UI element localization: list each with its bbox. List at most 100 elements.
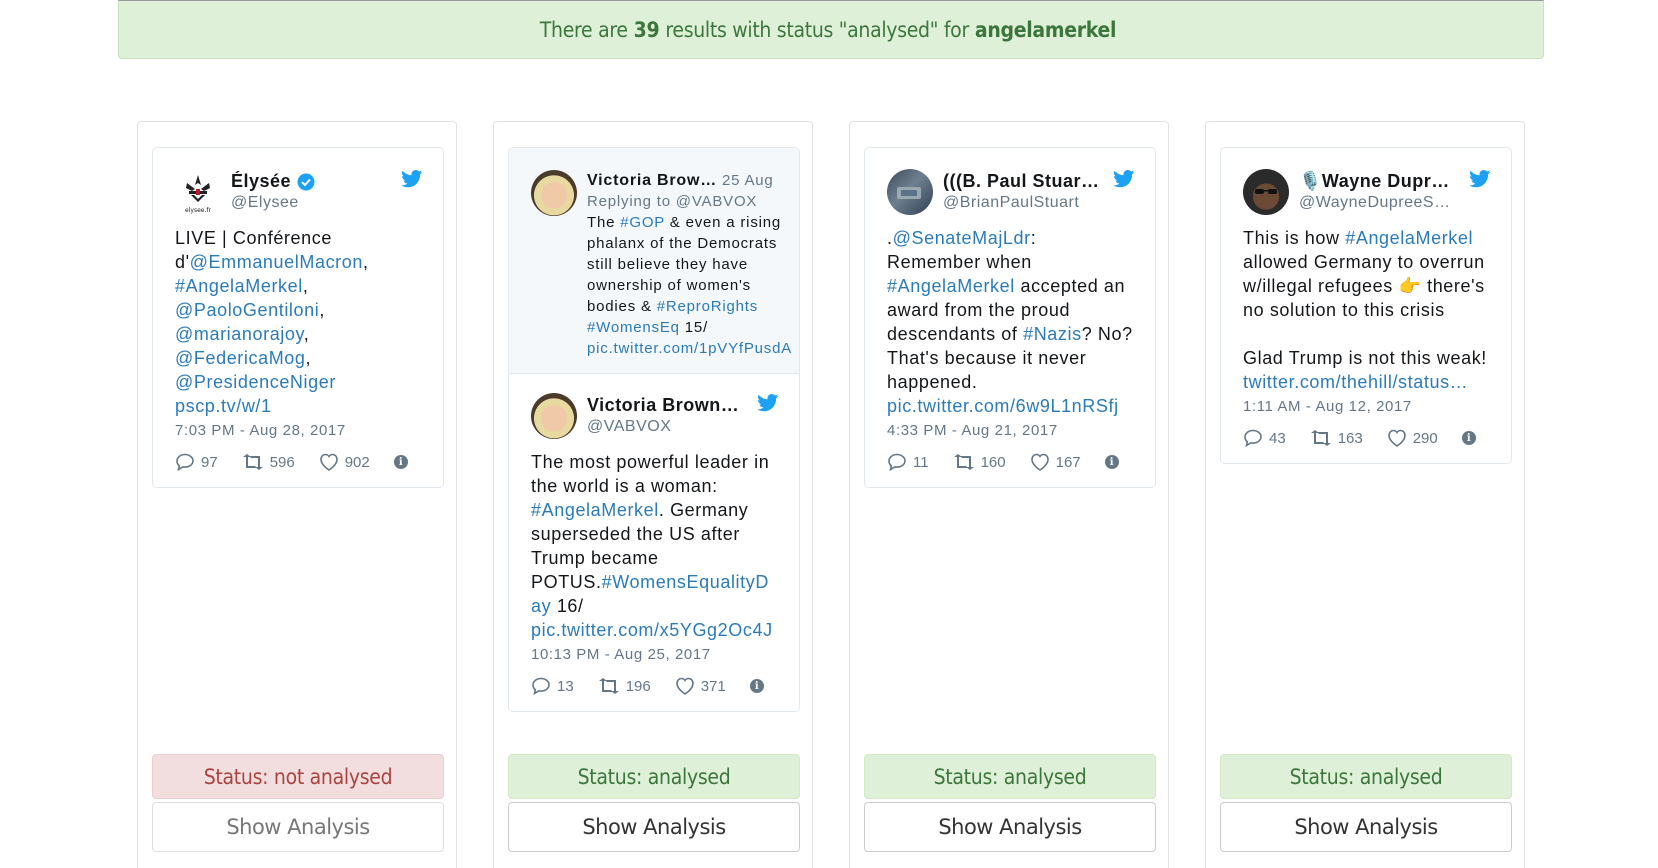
result-card: Victoria Brow… 25 Aug Replying to @VABVO… — [493, 121, 813, 868]
tweet-link[interactable]: @EmmanuelMacron — [190, 252, 363, 272]
tweet-link[interactable]: #AngelaMerkel — [175, 276, 303, 296]
tweet-link[interactable]: #AngelaMerkel — [531, 500, 659, 520]
tweet-timestamp[interactable]: 4:33 PM - Aug 21, 2017 — [887, 422, 1135, 439]
banner-middle: results with status "analysed" for — [665, 17, 969, 42]
wayne-avatar-icon[interactable] — [1243, 169, 1289, 215]
tweet-link[interactable]: #AngelaMerkel — [887, 276, 1015, 296]
retweet-count: 196 — [625, 677, 651, 695]
like-action[interactable]: 371 — [675, 677, 726, 695]
retweet-action[interactable]: 163 — [1310, 430, 1363, 447]
reply-action[interactable]: 97 — [175, 453, 218, 471]
tweet-handle[interactable]: @Elysee — [231, 192, 423, 213]
embedded-tweet[interactable]: elysee.fr Élysée @Elysee LIVE | Conféren… — [152, 147, 444, 488]
tweet-timestamp[interactable]: 10:13 PM - Aug 25, 2017 — [531, 646, 779, 663]
tweet-link[interactable]: @SenateMajLdr — [893, 228, 1031, 248]
tweet-timestamp[interactable]: 7:03 PM - Aug 28, 2017 — [175, 422, 423, 439]
retweet-action[interactable]: 596 — [242, 454, 295, 471]
heart-icon — [675, 677, 694, 695]
reply-count: 43 — [1269, 429, 1286, 447]
tweet-header: Victoria Brown… @VABVOX — [531, 392, 779, 440]
tweet-actions: 13 196 371 i — [531, 675, 779, 697]
verified-badge-icon — [297, 173, 315, 191]
heart-icon — [1387, 429, 1406, 447]
tweet-actions: 43 163 290 i — [1243, 427, 1491, 449]
tweet-text: , — [303, 324, 310, 344]
tweet-handle[interactable]: @BrianPaulStuart — [943, 192, 1135, 213]
tweet-display-name[interactable]: Élysée — [231, 171, 291, 192]
like-action[interactable]: 290 — [1387, 429, 1438, 447]
reply-icon — [1244, 429, 1262, 447]
tweet-body: LIVE | Conférence d'@EmmanuelMacron, #An… — [175, 226, 423, 418]
show-analysis-button[interactable]: Show Analysis — [508, 802, 800, 852]
tweet-actions: 11 160 167 i — [887, 451, 1135, 473]
tweet-handle[interactable]: @VABVOX — [587, 416, 779, 437]
retweet-icon — [953, 454, 974, 470]
tweet-timestamp[interactable]: 1:11 AM - Aug 12, 2017 — [1243, 398, 1491, 415]
elysee-logo-icon[interactable]: elysee.fr — [175, 169, 221, 215]
tweet-link[interactable]: twitter.com/thehill/status… — [1243, 372, 1468, 392]
tweet-link[interactable]: pic.twitter.com/x5YGg2Oc4J — [531, 620, 773, 640]
tweet-handle[interactable]: @WayneDupreeS… — [1299, 192, 1491, 213]
tweet-text: allowed Germany to overrun w/illegal ref… — [1243, 252, 1487, 368]
info-icon[interactable]: i — [1461, 431, 1476, 445]
tweet-link[interactable]: #WomensEq — [587, 319, 680, 336]
tweet-link[interactable]: pscp.tv/w/1 — [175, 396, 272, 416]
show-analysis-button[interactable]: Show Analysis — [864, 802, 1156, 852]
tweet-link[interactable]: @PaoloGentiloni — [175, 300, 319, 320]
retweet-count: 596 — [269, 453, 295, 471]
victoria-avatar-icon[interactable] — [531, 393, 577, 439]
embedded-tweet[interactable]: Victoria Brow… 25 Aug Replying to @VABVO… — [508, 147, 800, 712]
retweet-icon — [1310, 430, 1331, 446]
reply-action[interactable]: 13 — [531, 677, 574, 695]
tweet-display-name[interactable]: 🎙️Wayne Dupr… — [1299, 171, 1450, 192]
victoria-avatar-icon[interactable] — [531, 170, 577, 216]
tweet-link[interactable]: #AngelaMerkel — [1345, 228, 1473, 248]
tweet-text: , — [305, 348, 312, 368]
like-action[interactable]: 902 — [319, 453, 370, 471]
tweet-link[interactable]: @marianorajoy — [175, 324, 304, 344]
parent-tweet[interactable]: Victoria Brow… 25 Aug Replying to @VABVO… — [509, 148, 799, 374]
show-analysis-button[interactable]: Show Analysis — [152, 802, 444, 852]
tweet-text: , — [319, 300, 325, 320]
status-badge: Status: analysed — [1220, 754, 1512, 799]
reply-icon — [176, 453, 194, 471]
replying-to[interactable]: Replying to @VABVOX — [587, 191, 799, 212]
embedded-tweet[interactable]: (((B. Paul Stuar… @BrianPaulStuart .@Sen… — [864, 147, 1156, 488]
status-badge: Status: analysed — [864, 754, 1156, 799]
show-analysis-button[interactable]: Show Analysis — [1220, 802, 1512, 852]
retweet-action[interactable]: 160 — [953, 454, 1006, 471]
twitter-bird-icon[interactable] — [1113, 170, 1135, 188]
tweet-link[interactable]: @FedericaMog — [175, 348, 306, 368]
tweet-link[interactable]: #Nazis — [1023, 324, 1082, 344]
tweet-link[interactable]: pic.twitter.com/6w9L1nRSfj — [887, 396, 1119, 416]
embedded-tweet[interactable]: 🎙️Wayne Dupr… @WayneDupreeS… This is how… — [1220, 147, 1512, 464]
status-badge: Status: not analysed — [152, 754, 444, 799]
tweet-display-name[interactable]: Victoria Brown… — [587, 395, 739, 416]
retweet-icon — [598, 678, 619, 694]
twitter-bird-icon[interactable] — [1469, 170, 1491, 188]
parent-display-name[interactable]: Victoria Brow… — [587, 172, 717, 189]
info-icon[interactable]: i — [393, 455, 408, 469]
heart-icon — [1030, 453, 1049, 471]
tweet-header: elysee.fr Élysée @Elysee — [175, 168, 423, 216]
paul-avatar-icon[interactable] — [887, 169, 933, 215]
reply-action[interactable]: 11 — [887, 453, 929, 471]
retweet-action[interactable]: 196 — [598, 678, 651, 695]
twitter-bird-icon[interactable] — [757, 394, 779, 412]
tweet-link[interactable]: #GOP — [620, 214, 665, 231]
parent-date[interactable]: 25 Aug — [722, 172, 774, 189]
tweet-link[interactable]: @PresidenceNiger — [175, 372, 336, 392]
tweet-link[interactable]: #ReproRights — [657, 298, 758, 315]
tweet-actions: 97 596 902 i — [175, 451, 423, 473]
like-action[interactable]: 167 — [1030, 453, 1081, 471]
result-count: 39 — [633, 17, 660, 42]
info-icon[interactable]: i — [749, 679, 764, 693]
twitter-bird-icon[interactable] — [401, 170, 423, 188]
reply-action[interactable]: 43 — [1243, 429, 1286, 447]
result-card: (((B. Paul Stuar… @BrianPaulStuart .@Sen… — [849, 121, 1169, 868]
info-icon[interactable]: i — [1104, 455, 1119, 469]
tweet-link[interactable]: pic.twitter.com/1pVYfPusdA — [587, 340, 792, 357]
tweet-display-name[interactable]: (((B. Paul Stuar… — [943, 171, 1100, 192]
tweet-text: 16/ — [551, 596, 584, 616]
tweet-header: 🎙️Wayne Dupr… @WayneDupreeS… — [1243, 168, 1491, 216]
